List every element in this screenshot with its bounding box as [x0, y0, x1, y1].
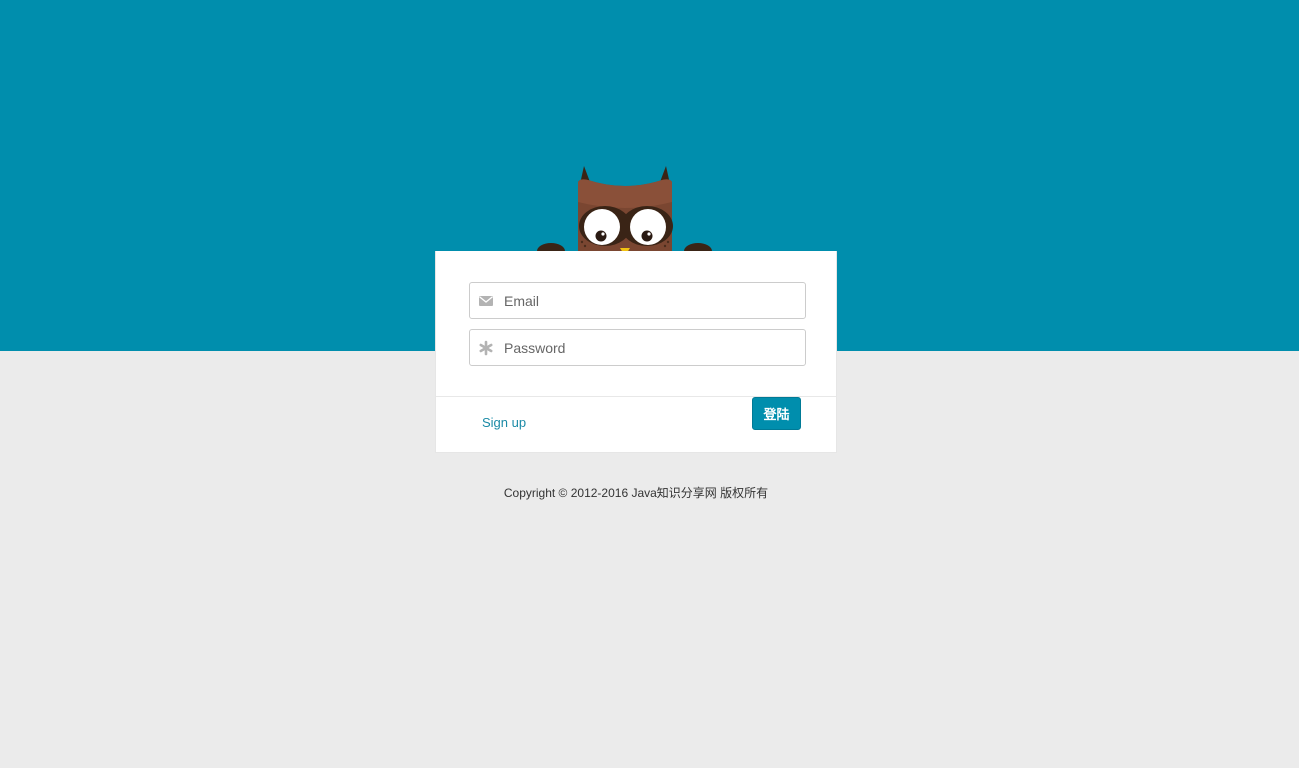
login-button[interactable]: 登陆 [752, 397, 801, 430]
owl-mascot-icon [537, 166, 712, 259]
copyright-text: Copyright © 2012-2016 Java知识分享网 版权所有 [503, 486, 769, 500]
email-field[interactable] [469, 282, 806, 319]
asterisk-icon [479, 340, 493, 356]
signup-link[interactable]: Sign up [482, 415, 526, 430]
password-input[interactable] [500, 330, 800, 365]
login-page: Sign up 登陆 Copyright © 2012-2016 Java知识分… [0, 0, 1299, 768]
envelope-icon [479, 296, 493, 306]
email-input[interactable] [500, 283, 800, 318]
password-field[interactable] [469, 329, 806, 366]
login-card: Sign up 登陆 [435, 251, 837, 453]
